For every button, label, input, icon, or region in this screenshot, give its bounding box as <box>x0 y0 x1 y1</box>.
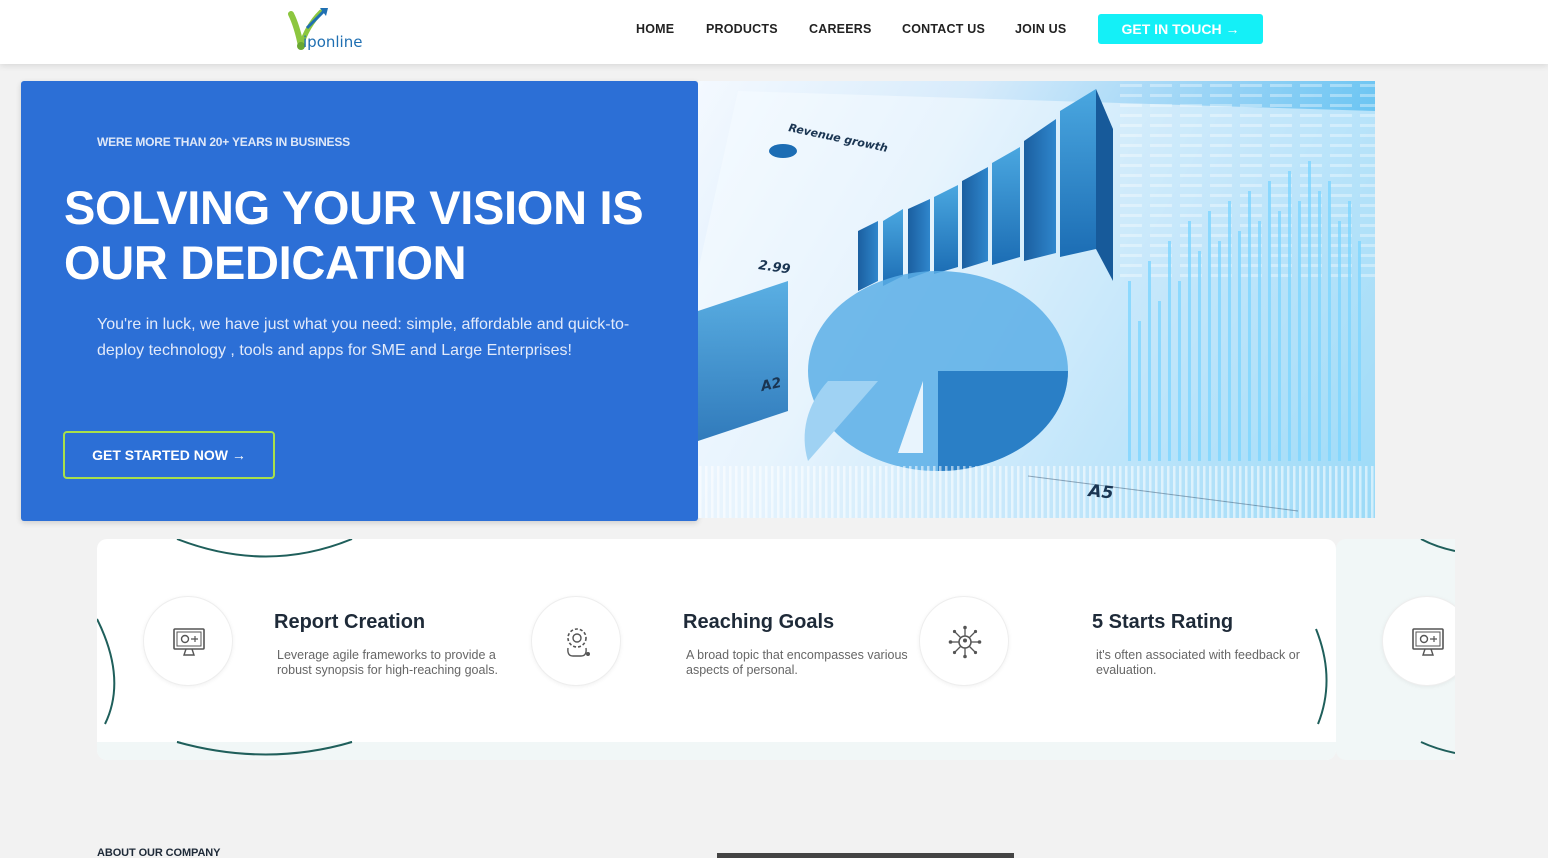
feature-text: Leverage agile frameworks to provide a r… <box>277 648 498 677</box>
feature-title: Reaching Goals <box>683 611 835 633</box>
report-creation-icon-badge <box>143 596 233 686</box>
about-image <box>717 853 1014 858</box>
nav-careers[interactable]: CAREERS <box>809 22 872 36</box>
reaching-goals-icon-badge <box>531 596 621 686</box>
hero-eyebrow: WERE MORE THAN 20+ YEARS IN BUSINESS <box>97 135 350 149</box>
feature-text: it's often associated with feedback or e… <box>1096 648 1300 677</box>
nav-home[interactable]: HOME <box>636 22 674 36</box>
hero-panel: WERE MORE THAN 20+ YEARS IN BUSINESS SOL… <box>21 81 698 521</box>
feature-title: Report Creation <box>274 611 426 633</box>
feature-text: A broad topic that encompasses various a… <box>686 648 908 677</box>
logo[interactable]: iponline <box>287 6 387 54</box>
logo-text: iponline <box>303 33 363 51</box>
nav-join-us[interactable]: JOIN US <box>1015 22 1066 36</box>
hero-image: Revenue growth 2.99 A2 A5 <box>698 81 1375 518</box>
hero-title: SOLVING YOUR VISION IS OUR DEDICATION <box>64 181 644 289</box>
hero-description: You're in luck, we have just what you ne… <box>97 316 630 359</box>
get-started-button[interactable]: GET STARTED NOW → <box>63 431 275 479</box>
nav-products[interactable]: PRODUCTS <box>706 22 778 36</box>
feature-title: 5 Starts Rating <box>1092 611 1234 633</box>
rating-icon-badge <box>919 596 1009 686</box>
wave-decoration-right <box>1315 628 1328 725</box>
business-chart-illustration: Revenue growth 2.99 A2 A5 <box>698 81 1375 518</box>
gear-head-icon <box>567 628 590 657</box>
features-card: Report Creation Leverage agile framework… <box>97 539 1336 760</box>
features-next-card[interactable] <box>1336 539 1455 760</box>
get-in-touch-button[interactable]: GET IN TOUCH → <box>1098 14 1263 44</box>
monitor-settings-icon <box>173 628 205 656</box>
nav-contact-us[interactable]: CONTACT US <box>902 22 985 36</box>
about-section-label: ABOUT OUR COMPANY <box>97 847 221 858</box>
monitor-settings-icon <box>1412 628 1444 656</box>
site-header: iponline HOME PRODUCTS CAREERS CONTACT U… <box>0 0 1548 64</box>
network-person-icon <box>948 625 982 659</box>
